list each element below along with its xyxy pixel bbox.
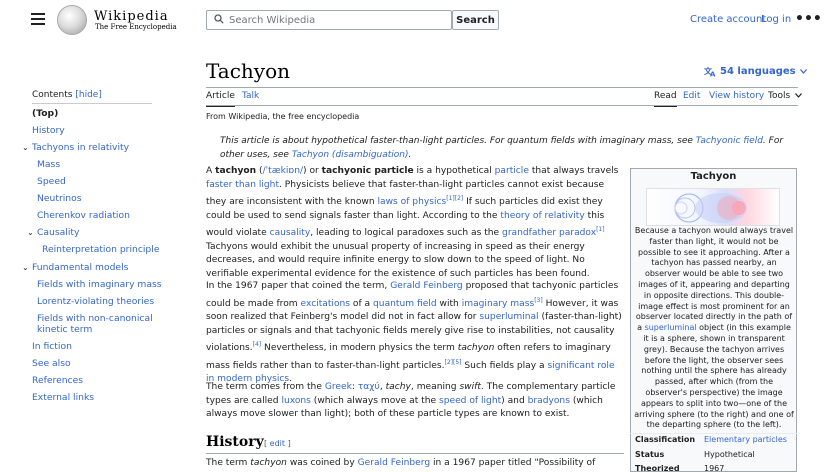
- article-paragraph: The term comes from the Greek: ταχύ, tac…: [206, 382, 616, 419]
- search-icon: [214, 14, 224, 24]
- link-greek-word[interactable]: ταχύ: [358, 382, 380, 392]
- infobox-key: Theorized: [635, 464, 680, 472]
- site-subtitle: From Wikipedia, the free encyclopedia: [206, 112, 360, 121]
- more-options-icon[interactable]: •••: [795, 12, 822, 26]
- section-edit: [ edit ]: [264, 439, 291, 448]
- toc-item-mass[interactable]: Mass: [37, 159, 60, 170]
- main-menu-button[interactable]: [31, 13, 45, 27]
- page-title: Tachyon: [206, 59, 291, 83]
- infobox-value-classification[interactable]: Elementary particles: [704, 435, 787, 444]
- toc-item-lorentz-violating-theories[interactable]: Lorentz-violating theories: [37, 296, 154, 307]
- toc-item-reinterpretation-principle[interactable]: Reinterpretation principle: [42, 244, 159, 255]
- link-faster-than-light[interactable]: faster than light: [206, 180, 279, 190]
- tabs-divider: [206, 105, 798, 106]
- chevron-down-icon: [799, 69, 807, 74]
- link-luxons[interactable]: luxons: [281, 396, 310, 406]
- hatnote-text: This article is about hypothetical faste…: [220, 136, 696, 146]
- toc-item-cherenkov-radiation[interactable]: Cherenkov radiation: [37, 210, 130, 221]
- tools-menu[interactable]: Tools: [768, 91, 803, 105]
- toc-divider: [32, 103, 152, 104]
- toc-heading-label: Contents: [32, 90, 73, 100]
- link-superluminal[interactable]: superluminal: [479, 312, 538, 322]
- search-button[interactable]: Search: [452, 10, 499, 30]
- link-speed-of-light[interactable]: speed of light: [439, 396, 501, 406]
- search-input[interactable]: [229, 12, 447, 28]
- link-laws-of-physics[interactable]: laws of physics: [377, 197, 446, 207]
- tab-view-history[interactable]: View history: [709, 91, 764, 105]
- title-divider: [206, 87, 798, 88]
- section-divider: [206, 453, 624, 454]
- languages-button[interactable]: 文 A 54 languages: [704, 66, 807, 77]
- toc-item-tachyons-in-relativity[interactable]: Tachyons in relativity: [32, 142, 129, 153]
- infobox-divider: [630, 433, 797, 434]
- chevron-down-icon[interactable]: ⌄: [22, 143, 29, 152]
- infobox-title: Tachyon: [690, 171, 737, 182]
- toc-item-references[interactable]: References: [32, 375, 83, 386]
- link-imaginary-mass[interactable]: imaginary mass: [462, 299, 535, 309]
- citation[interactable]: [4]: [253, 341, 262, 348]
- link-grandfather-paradox[interactable]: grandfather paradox: [502, 228, 596, 238]
- chevron-down-icon[interactable]: ⌄: [22, 263, 29, 272]
- link-causality[interactable]: causality: [270, 228, 311, 238]
- section-heading-history: History: [206, 434, 264, 450]
- toc-item-fundamental-models[interactable]: Fundamental models: [32, 262, 128, 273]
- infobox-caption: Because a tachyon would always travel fa…: [634, 226, 794, 430]
- chevron-down-icon: [795, 93, 803, 98]
- toc-hide-button[interactable]: [hide]: [75, 90, 101, 100]
- link-greek[interactable]: Greek: [325, 382, 352, 392]
- link-particle[interactable]: particle: [495, 166, 529, 176]
- tab-edit[interactable]: Edit: [683, 91, 700, 105]
- infobox-value-status: Hypothetical: [704, 450, 755, 459]
- infobox-value-theorized: 1967: [704, 464, 725, 472]
- link-superluminal[interactable]: superluminal: [645, 323, 697, 332]
- article-paragraph: A tachyon (/ˈtækiɒn/) or tachyonic parti…: [206, 166, 619, 279]
- toc-item-fields-with-imaginary-mass[interactable]: Fields with imaginary mass: [37, 279, 162, 290]
- wikipedia-globe-logo[interactable]: [57, 5, 87, 35]
- infobox-image[interactable]: [646, 188, 780, 226]
- infobox-key: Classification: [635, 435, 696, 444]
- ipa-link[interactable]: /ˈtækiɒn/: [263, 166, 303, 176]
- login-link[interactable]: Log in: [761, 14, 791, 25]
- create-account-link[interactable]: Create account: [690, 14, 766, 25]
- link-excitations[interactable]: excitations: [301, 299, 350, 309]
- citation[interactable]: [2][5]: [445, 359, 462, 366]
- section-edit-link[interactable]: edit: [270, 439, 285, 448]
- toc-item-external-links[interactable]: External links: [32, 392, 94, 403]
- toc-item-neutrinos[interactable]: Neutrinos: [37, 193, 82, 204]
- article-paragraph: In the 1967 paper that coined the term, …: [206, 281, 622, 385]
- translate-icon: 文 A: [704, 66, 716, 77]
- toc-item-causality[interactable]: Causality: [37, 227, 79, 238]
- citation[interactable]: [3]: [534, 297, 543, 304]
- toc-heading: Contents [hide]: [32, 90, 102, 100]
- toc-item-in-fiction[interactable]: In fiction: [32, 341, 72, 352]
- logo-tagline: The Free Encyclopedia: [95, 23, 177, 31]
- toc-item-history[interactable]: History: [32, 125, 65, 136]
- tachyon-illustration: [674, 193, 747, 223]
- hatnote-text: .: [408, 150, 412, 160]
- chevron-down-icon[interactable]: ⌄: [27, 228, 34, 237]
- toc-item-top[interactable]: (Top): [32, 108, 58, 119]
- languages-label: 54 languages: [720, 66, 796, 77]
- link-gerald-feinberg[interactable]: Gerald Feinberg: [358, 458, 430, 468]
- link-bradyons[interactable]: bradyons: [528, 396, 570, 406]
- tools-label: Tools: [768, 91, 791, 101]
- citation[interactable]: [1][2]: [446, 195, 463, 202]
- hatnote-link-tachyonic-field[interactable]: Tachyonic field: [696, 136, 763, 146]
- link-quantum-field[interactable]: quantum field: [373, 299, 437, 309]
- hatnote: This article is about hypothetical faste…: [220, 134, 798, 162]
- toc-item-non-canonical-kinetic-term[interactable]: Fields with non-canonical kinetic term: [37, 313, 155, 335]
- link-gerald-feinberg[interactable]: Gerald Feinberg: [390, 281, 462, 291]
- infobox-key: Status: [635, 450, 665, 459]
- logo-wordmark[interactable]: Wikipedia: [94, 9, 169, 24]
- svg-text:A: A: [710, 71, 716, 78]
- hatnote-link-disambiguation[interactable]: Tachyon (disambiguation): [292, 150, 409, 160]
- citation[interactable]: [1]: [596, 226, 605, 233]
- link-theory-of-relativity[interactable]: theory of relativity: [500, 211, 584, 221]
- tab-talk[interactable]: Talk: [242, 91, 259, 105]
- toc-item-see-also[interactable]: See also: [32, 358, 71, 369]
- toc-item-speed[interactable]: Speed: [37, 176, 66, 187]
- article-paragraph: The term tachyon was coined by Gerald Fe…: [206, 458, 596, 472]
